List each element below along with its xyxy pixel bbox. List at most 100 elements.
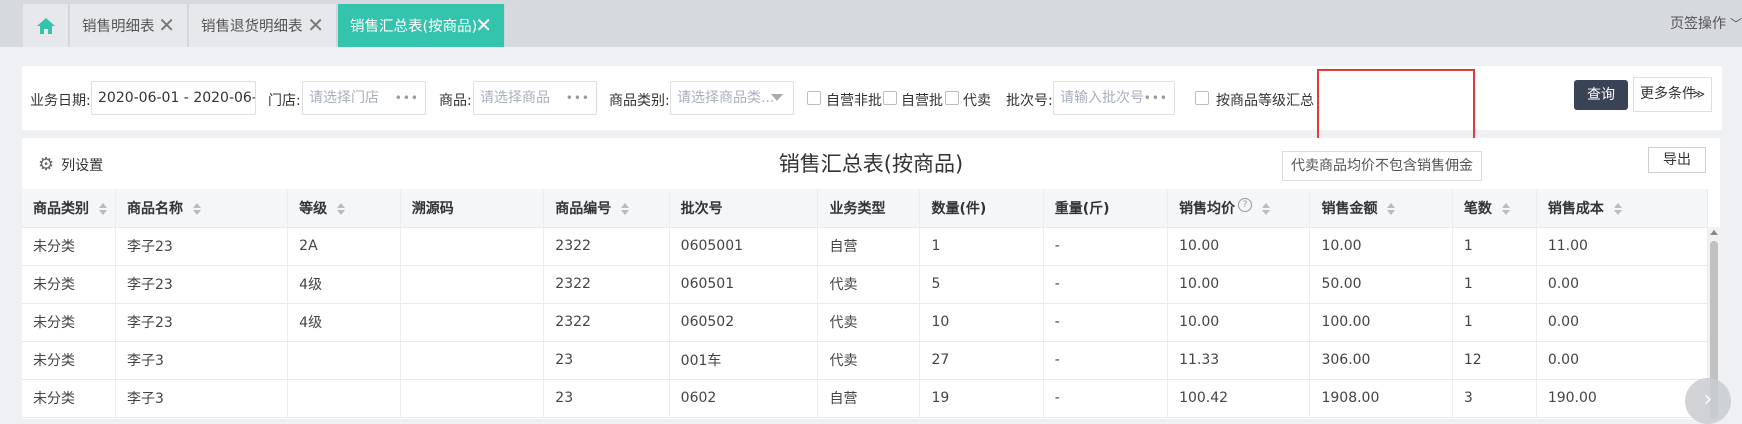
tab-sales-summary-by-product[interactable]: 销售汇总表(按商品) ✕ xyxy=(338,4,505,47)
self-batch-checkbox[interactable] xyxy=(883,91,897,105)
tab-sales-return-detail[interactable]: 销售退货明细表 ✕ xyxy=(189,4,337,47)
table-cell: 1 xyxy=(919,227,1044,266)
table-cell: 1 xyxy=(1452,227,1537,266)
consign-label: 代卖 xyxy=(963,93,991,109)
product-select[interactable]: 请选择商品 ••• xyxy=(473,81,597,115)
sort-icon[interactable] xyxy=(337,202,346,215)
table-cell: 4级 xyxy=(287,303,401,342)
col-header[interactable]: 商品编号 xyxy=(543,189,670,228)
col-header[interactable]: 等级 xyxy=(287,189,401,228)
table-header-row: 商品类别 商品名称 等级 溯源码 商品编号 批次号 业务类型 数量(件) 重量(… xyxy=(22,189,1709,228)
category-select[interactable]: 请选择商品类... xyxy=(670,81,794,115)
table-cell: 10.00 xyxy=(1167,303,1311,342)
col-header[interactable]: 商品名称 xyxy=(115,189,289,228)
col-header[interactable]: 商品类别 xyxy=(22,189,117,228)
sort-icon[interactable] xyxy=(1262,202,1271,215)
table-row[interactable]: 未分类 李子23 2A 2322 0605001 自营 1-10.00 10.00 1 11.00 xyxy=(22,227,1709,266)
table-cell xyxy=(400,379,545,418)
more-conditions-button[interactable]: 更多条件 ≫ xyxy=(1633,77,1712,112)
table-cell xyxy=(400,303,545,342)
table-cell: - xyxy=(1043,379,1169,418)
table-cell: 李子23 xyxy=(115,227,289,266)
consign-checkbox[interactable] xyxy=(945,91,959,105)
more-icon: ••• xyxy=(565,91,590,105)
table-cell: - xyxy=(1043,303,1169,342)
sort-icon[interactable] xyxy=(1613,202,1622,215)
col-header[interactable]: 销售均价? xyxy=(1167,189,1311,228)
table-row[interactable]: 未分类 李子3 23 001车 代卖 27-11.33 306.00 12 0.00 xyxy=(22,341,1709,380)
product-placeholder: 请选择商品 xyxy=(480,90,550,106)
date-range-input[interactable]: 2020-06-01 - 2020-06-12 xyxy=(91,81,256,115)
table-cell: 2A xyxy=(287,227,401,266)
table-cell: 2322 xyxy=(543,265,670,304)
tab-label: 销售汇总表(按商品) xyxy=(350,19,478,35)
query-button[interactable]: 查询 xyxy=(1574,80,1628,110)
avg-price-tooltip: 代卖商品均价不包含销售佣金 xyxy=(1282,151,1482,181)
table-row[interactable]: 未分类 李子23 4级 2322 060501 代卖 5-10.00 50.00 1 0.00 xyxy=(22,265,1709,304)
home-icon xyxy=(36,17,55,34)
table-cell: 12 xyxy=(1452,341,1537,380)
table-cell: 自营 xyxy=(817,227,921,266)
table-cell: - xyxy=(1043,341,1169,380)
self-nonbatch-label: 自营非批 xyxy=(826,93,882,109)
table-cell: 100.00 xyxy=(1309,303,1453,342)
chevron-right-icon[interactable]: › xyxy=(1685,378,1731,424)
col-header[interactable]: 笔数 xyxy=(1452,189,1537,228)
sort-icon[interactable] xyxy=(1387,202,1396,215)
highlight-box xyxy=(1317,69,1475,141)
table-cell: 2322 xyxy=(543,227,670,266)
tab-home[interactable] xyxy=(23,4,69,47)
tab-operations-menu[interactable]: 页签操作 ﹀ xyxy=(1670,13,1742,33)
table-cell: 060501 xyxy=(669,265,819,304)
table-cell: 0.00 xyxy=(1536,341,1709,380)
table-row[interactable]: 未分类 李子3 23 0602 自营 19-100.42 1908.00 3 190.00 xyxy=(22,379,1709,418)
grade-summary-checkbox[interactable] xyxy=(1195,91,1209,105)
export-button[interactable]: 导出 xyxy=(1648,147,1706,173)
tab-label: 销售明细表 xyxy=(82,19,155,35)
table-cell: 3 xyxy=(1452,379,1537,418)
close-icon[interactable]: ✕ xyxy=(158,15,175,35)
col-header: 业务类型 xyxy=(817,189,921,228)
table-cell: 未分类 xyxy=(22,341,117,380)
table-cell: 未分类 xyxy=(22,227,117,266)
more-conditions-label: 更多条件 xyxy=(1640,86,1696,102)
close-icon[interactable]: ✕ xyxy=(475,15,492,35)
table-cell: 代卖 xyxy=(817,303,921,342)
table-cell: 0602 xyxy=(669,379,819,418)
sort-icon[interactable] xyxy=(1501,202,1510,215)
table-cell: 自营 xyxy=(817,379,921,418)
table-row[interactable]: 未分类 李子23 4级 2322 060502 代卖 10-10.00 100.00 1 0.00 xyxy=(22,303,1709,342)
col-header[interactable]: 销售金额 xyxy=(1309,189,1453,228)
store-select[interactable]: 请选择门店 ••• xyxy=(302,81,426,115)
table-cell xyxy=(400,341,545,380)
data-table: 商品类别 商品名称 等级 溯源码 商品编号 批次号 业务类型 数量(件) 重量(… xyxy=(22,189,1709,418)
grade-summary-label: 按商品等级汇总 xyxy=(1216,93,1314,109)
category-placeholder: 请选择商品类... xyxy=(677,90,775,106)
chevron-down-icon: ﹀ xyxy=(1729,17,1742,31)
table-cell: 1 xyxy=(1452,303,1537,342)
batch-input[interactable]: 请输入批次号 ••• xyxy=(1053,81,1175,115)
tab-sales-detail[interactable]: 销售明细表 ✕ xyxy=(70,4,188,47)
table-cell: 10.00 xyxy=(1167,265,1311,304)
table-cell: - xyxy=(1043,265,1169,304)
batch-label: 批次号: xyxy=(1006,93,1053,109)
table-cell: 未分类 xyxy=(22,265,117,304)
table-cell xyxy=(287,379,401,418)
table-cell: 0605001 xyxy=(669,227,819,266)
question-icon[interactable]: ? xyxy=(1238,197,1253,212)
table-cell xyxy=(400,227,545,266)
table-cell: 1 xyxy=(1452,265,1537,304)
col-header[interactable]: 销售成本 xyxy=(1536,189,1709,228)
col-header: 批次号 xyxy=(669,189,819,228)
self-nonbatch-checkbox[interactable] xyxy=(807,91,821,105)
table-cell: 10.00 xyxy=(1309,227,1453,266)
product-label: 商品: xyxy=(439,93,472,109)
scroll-up-icon[interactable] xyxy=(1710,230,1718,235)
sort-icon[interactable] xyxy=(621,202,630,215)
sort-icon[interactable] xyxy=(193,202,202,215)
sort-icon[interactable] xyxy=(99,202,107,215)
table-cell: 001车 xyxy=(669,341,819,380)
table-cell: 0.00 xyxy=(1536,303,1709,342)
table-cell: 19 xyxy=(919,379,1044,418)
close-icon[interactable]: ✕ xyxy=(307,15,324,35)
